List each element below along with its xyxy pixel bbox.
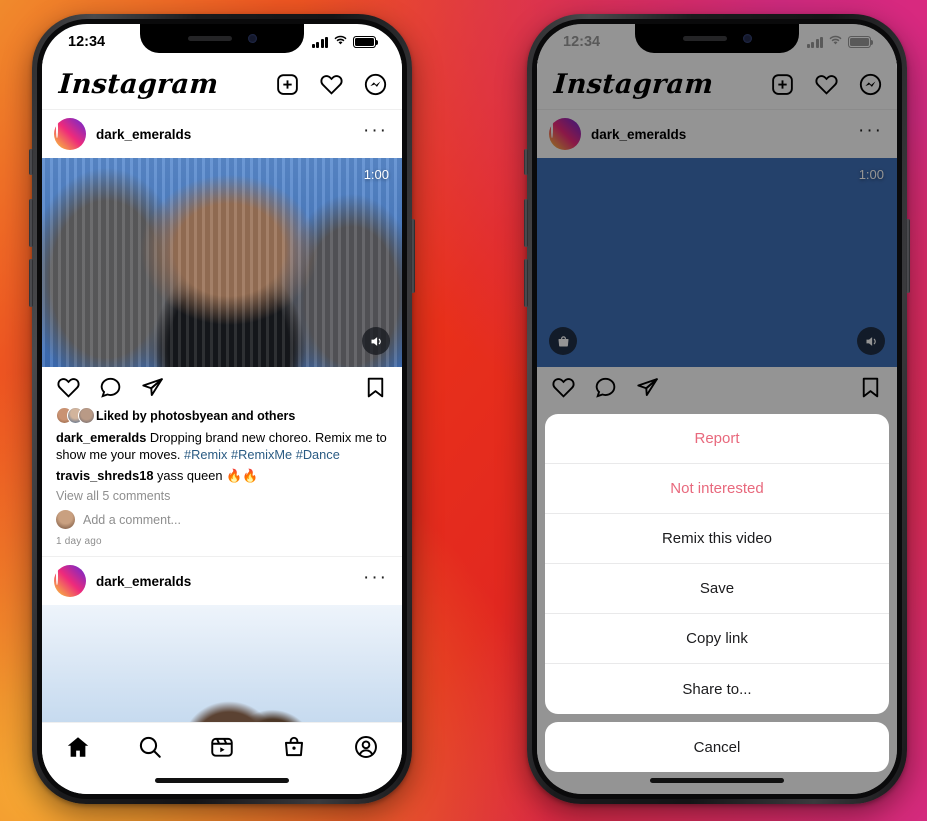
action-sheet-item-save[interactable]: Save <box>545 564 889 614</box>
notch <box>140 24 304 53</box>
messenger-icon[interactable] <box>363 72 388 97</box>
mute-switch[interactable] <box>524 149 528 175</box>
phone-left: 12:34 Instagram dark_emeralds ··· 1:00 L… <box>29 14 415 804</box>
audio-icon[interactable] <box>362 327 390 355</box>
mute-switch[interactable] <box>29 149 33 175</box>
front-camera-icon <box>742 34 752 43</box>
post2-more-options-button[interactable]: ··· <box>363 568 388 589</box>
phone-bezel: 12:34 Instagram <box>532 19 902 799</box>
post-caption-block: Liked by photosbyean and others dark_eme… <box>42 407 402 556</box>
power-button[interactable] <box>906 219 910 293</box>
screen-right: 12:34 Instagram dark_emeralds ··· 1:00 R… <box>537 24 897 794</box>
power-button[interactable] <box>411 219 415 293</box>
status-time: 12:34 <box>68 34 106 50</box>
share-icon[interactable] <box>140 375 165 400</box>
add-post-icon[interactable] <box>275 72 300 97</box>
add-comment-input[interactable]: Add a comment... <box>83 513 181 527</box>
liked-by-text: Liked by photosbyean and others <box>96 408 296 423</box>
post-caption: dark_emeralds Dropping brand new choreo.… <box>56 429 388 463</box>
comment-text: yass queen 🔥🔥 <box>157 468 258 483</box>
action-sheet-item-remix-this-video[interactable]: Remix this video <box>545 514 889 564</box>
post2-media[interactable] <box>42 605 402 722</box>
action-sheet-item-not-interested[interactable]: Not interested <box>545 464 889 514</box>
home-indicator[interactable] <box>155 778 289 783</box>
home-indicator[interactable] <box>650 778 784 783</box>
action-sheet-cancel-button[interactable]: Cancel <box>545 722 889 772</box>
bookmark-icon[interactable] <box>363 375 388 400</box>
avatar[interactable] <box>54 118 86 150</box>
liked-by-row[interactable]: Liked by photosbyean and others <box>56 407 388 424</box>
caption-username[interactable]: dark_emeralds <box>56 430 146 445</box>
action-sheet: Report Not interested Remix this video S… <box>537 414 897 794</box>
volume-up-button[interactable] <box>29 199 33 247</box>
post-timestamp: 1 day ago <box>56 536 102 547</box>
tab-shop[interactable] <box>281 734 307 760</box>
like-icon[interactable] <box>56 375 81 400</box>
action-sheet-item-share-to[interactable]: Share to... <box>545 664 889 714</box>
post-header: dark_emeralds ··· <box>42 110 402 158</box>
signal-icon <box>311 36 328 48</box>
battery-icon <box>353 36 379 48</box>
volume-up-button[interactable] <box>524 199 528 247</box>
bottom-tab-bar <box>42 722 402 794</box>
post-media-video[interactable]: 1:00 <box>42 158 402 367</box>
notch <box>635 24 799 53</box>
hashtag-remix[interactable]: #Remix <box>184 447 227 462</box>
current-user-avatar <box>56 510 75 529</box>
screen-left: 12:34 Instagram dark_emeralds ··· 1:00 L… <box>42 24 402 794</box>
comment-username[interactable]: travis_shreds18 <box>56 468 153 483</box>
front-camera-icon <box>247 34 257 43</box>
action-sheet-item-report[interactable]: Report <box>545 414 889 464</box>
tab-home[interactable] <box>65 734 91 760</box>
action-sheet-item-copy-link[interactable]: Copy link <box>545 614 889 664</box>
post2-header: dark_emeralds ··· <box>42 557 402 605</box>
hashtag-dance[interactable]: #Dance <box>296 447 340 462</box>
instagram-wordmark: Instagram <box>57 69 220 100</box>
status-indicators <box>311 34 379 50</box>
earpiece-speaker <box>187 36 232 41</box>
action-sheet-options: Report Not interested Remix this video S… <box>545 414 889 714</box>
volume-down-button[interactable] <box>524 259 528 307</box>
volume-down-button[interactable] <box>29 259 33 307</box>
phone-bezel: 12:34 Instagram <box>37 19 407 799</box>
post2-username[interactable]: dark_emeralds <box>96 574 353 589</box>
liker-avatars <box>56 407 95 424</box>
post-more-options-button[interactable]: ··· <box>363 121 388 142</box>
avatar[interactable] <box>54 565 86 597</box>
activity-heart-icon[interactable] <box>319 72 344 97</box>
wifi-icon <box>333 34 348 50</box>
comment-row: travis_shreds18 yass queen 🔥🔥 <box>56 467 388 484</box>
instagram-header: Instagram <box>42 60 402 110</box>
post-actions <box>42 367 402 407</box>
hashtag-remixme[interactable]: #RemixMe <box>231 447 292 462</box>
tab-profile[interactable] <box>353 734 379 760</box>
view-all-comments-link[interactable]: View all 5 comments <box>56 489 388 503</box>
video-duration-badge: 1:00 <box>363 167 389 182</box>
comment-icon[interactable] <box>98 375 123 400</box>
tab-search[interactable] <box>137 734 163 760</box>
tab-reels[interactable] <box>209 734 235 760</box>
add-comment-row[interactable]: Add a comment... <box>56 510 388 529</box>
header-icons <box>275 72 388 97</box>
earpiece-speaker <box>682 36 727 41</box>
phone-right: 12:34 Instagram dark_emeralds ··· 1:00 R… <box>524 14 910 804</box>
post-username[interactable]: dark_emeralds <box>96 127 353 142</box>
feed-scroll-region[interactable]: dark_emeralds ··· 1:00 <box>42 110 402 722</box>
